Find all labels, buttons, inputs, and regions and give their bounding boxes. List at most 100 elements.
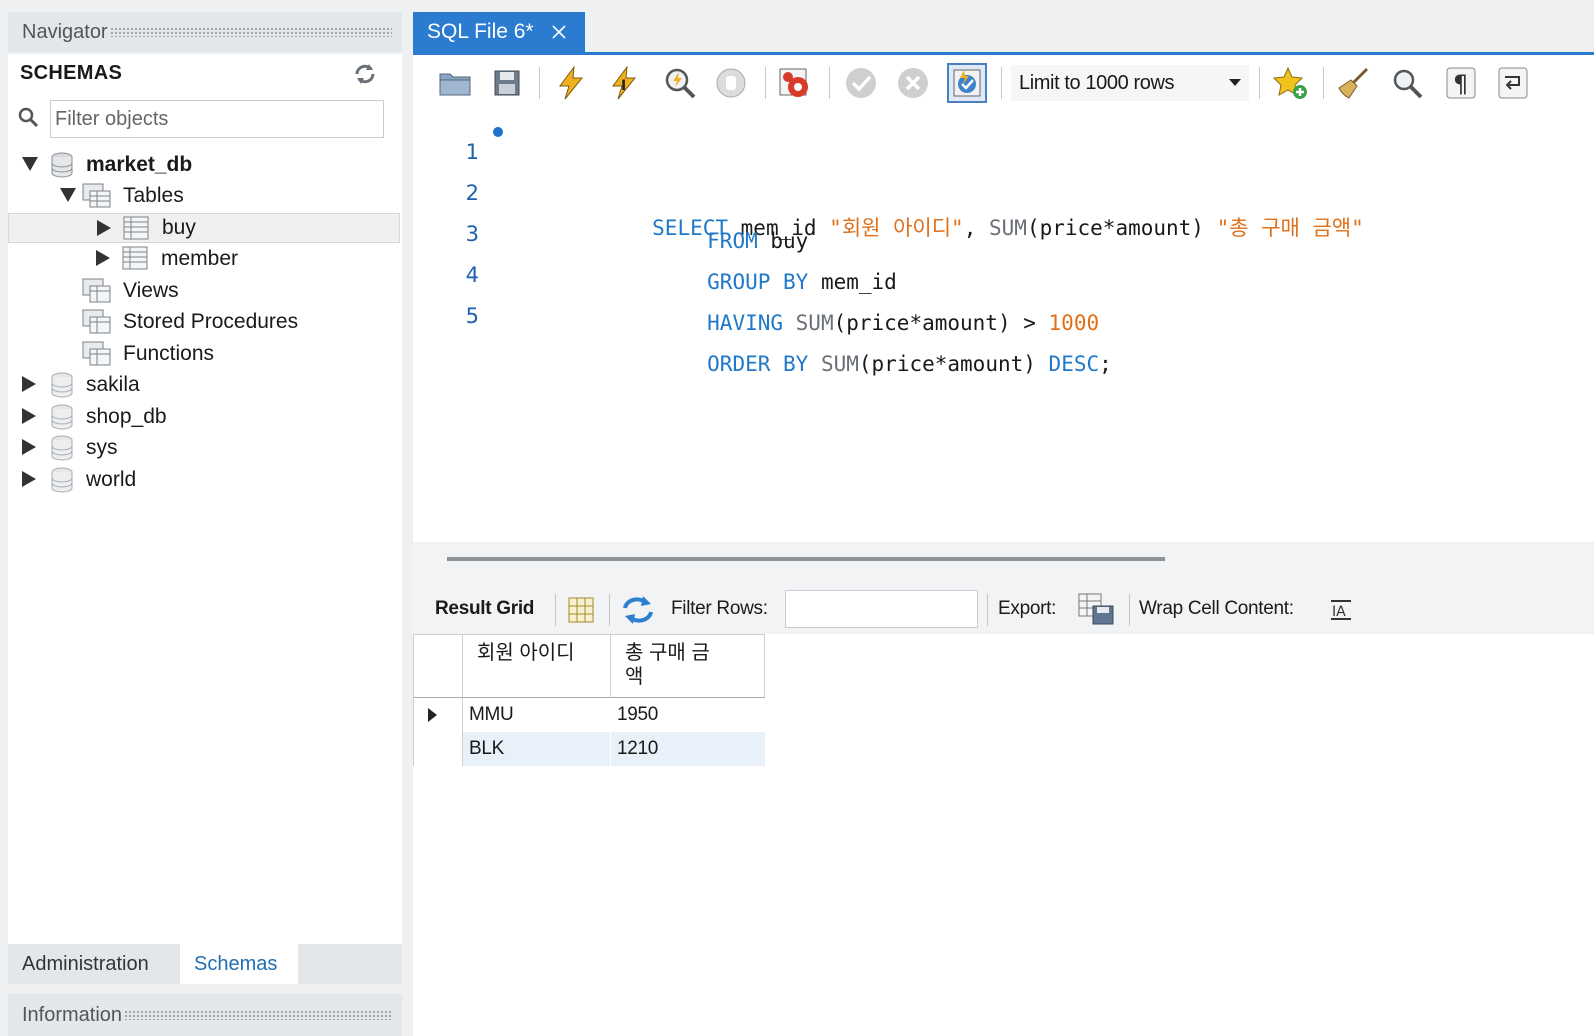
open-file-button[interactable] <box>435 63 475 103</box>
refresh-icon[interactable] <box>352 62 378 86</box>
magnifier-lightning-icon <box>665 68 696 99</box>
table-cell[interactable]: 1210 <box>611 732 765 766</box>
export-icon[interactable] <box>1077 592 1115 626</box>
database-icon <box>51 435 73 461</box>
sql-code-editor[interactable]: 1 SELECT mem_id "회원 아이디", SUM(price*amou… <box>413 112 1594 542</box>
tree-label-functions: Functions <box>123 342 215 365</box>
commit-button[interactable] <box>841 63 881 103</box>
autocommit-icon <box>953 69 981 97</box>
tree-item-member[interactable]: member <box>8 244 400 274</box>
chevron-down-icon[interactable] <box>22 157 38 171</box>
execute-current-button[interactable]: I <box>605 63 645 103</box>
tab-sql-file[interactable]: SQL File 6* <box>413 12 585 52</box>
toolbar-separator <box>765 67 766 99</box>
column-header[interactable]: 회원 아이디 <box>463 634 611 698</box>
navigator-tabs: Administration Schemas <box>8 944 402 984</box>
table-cell[interactable]: 1950 <box>611 698 765 732</box>
chevron-right-icon[interactable] <box>97 220 111 236</box>
explain-button[interactable] <box>659 63 699 103</box>
toolbar-separator <box>1323 67 1324 99</box>
chevron-right-icon[interactable] <box>22 376 36 392</box>
stop-button[interactable] <box>711 63 751 103</box>
beautify-button[interactable] <box>1333 63 1373 103</box>
toolbar-separator <box>1259 67 1260 99</box>
tree-label-sys: sys <box>86 436 118 459</box>
refresh-arrows-icon[interactable] <box>621 594 655 626</box>
magnifier-icon <box>1393 69 1423 99</box>
tree-label-views: Views <box>123 279 179 302</box>
tree-item-world[interactable]: world <box>8 465 400 495</box>
chevron-right-icon[interactable] <box>22 471 36 487</box>
folder-procedures-icon <box>82 309 111 334</box>
invisible-chars-button[interactable]: ¶ <box>1441 63 1481 103</box>
tree-item-market-db[interactable]: market_db <box>8 150 400 180</box>
result-grid-tab[interactable]: Result Grid <box>435 598 534 620</box>
rollback-button[interactable] <box>893 63 933 103</box>
editor-tabbar: SQL File 6* <box>413 12 1594 55</box>
wrap-cell-content-label: Wrap Cell Content: <box>1139 598 1294 619</box>
pilcrow-icon: ¶ <box>1446 67 1476 99</box>
tab-administration[interactable]: Administration <box>8 944 163 984</box>
toolbar-separator <box>539 67 540 99</box>
information-header: Information <box>8 994 402 1036</box>
limit-rows-value: Limit to 1000 rows <box>1019 71 1175 94</box>
folder-tables-icon <box>82 183 111 208</box>
database-icon <box>51 372 73 398</box>
result-toolbar: Result Grid Filter Rows: Export: Wrap Ce… <box>413 584 1594 634</box>
tab-schemas[interactable]: Schemas <box>180 944 298 984</box>
save-button[interactable] <box>487 63 527 103</box>
row-header[interactable] <box>413 732 463 766</box>
chevron-right-icon[interactable] <box>96 250 110 266</box>
tree-item-shop-db[interactable]: shop_db <box>8 402 400 432</box>
current-row-arrow-icon <box>428 708 437 722</box>
row-header[interactable] <box>413 698 463 732</box>
column-header-label: 총 구매 금액 <box>625 642 710 688</box>
code-line: 2 FROM buy <box>413 157 1594 253</box>
folder-functions-icon <box>82 341 111 366</box>
horizontal-scrollbar[interactable] <box>413 542 1594 584</box>
star-add-icon <box>1273 66 1307 99</box>
panel-grip[interactable] <box>109 27 392 37</box>
sql-keyword: ORDER BY <box>707 352 809 376</box>
grid-form-icon[interactable] <box>567 596 595 624</box>
tree-item-buy[interactable]: buy <box>8 213 400 243</box>
tree-label-stored-procedures: Stored Procedures <box>123 310 299 333</box>
schemas-panel: SCHEMAS market_db <box>8 54 402 944</box>
find-button[interactable] <box>1387 63 1427 103</box>
navigator-panel: Navigator SCHEMAS market_db <box>8 12 402 1036</box>
filter-objects-input[interactable] <box>50 100 384 138</box>
folder-views-icon <box>82 278 111 303</box>
filter-rows-input[interactable] <box>785 590 978 628</box>
tree-item-sakila[interactable]: sakila <box>8 370 400 400</box>
close-icon[interactable] <box>552 25 566 39</box>
scrollbar-thumb[interactable] <box>447 557 1165 561</box>
sql-keyword: DESC <box>1048 352 1100 376</box>
table-cell[interactable]: MMU <box>463 698 611 732</box>
word-wrap-button[interactable] <box>1493 63 1533 103</box>
tree-item-tables[interactable]: Tables <box>8 181 400 211</box>
database-icon <box>51 467 73 493</box>
tree-item-stored-procedures[interactable]: Stored Procedures <box>8 307 400 337</box>
tree-item-sys[interactable]: sys <box>8 433 400 463</box>
limit-rows-select[interactable]: Limit to 1000 rows <box>1011 65 1249 101</box>
chevron-right-icon[interactable] <box>22 439 36 455</box>
toggle-error-stop-button[interactable] <box>775 63 815 103</box>
information-title: Information <box>22 1003 123 1026</box>
wrap-text-icon[interactable]: IA <box>1329 598 1353 622</box>
tree-item-views[interactable]: Views <box>8 276 400 306</box>
svg-text:¶: ¶ <box>1453 70 1468 98</box>
search-icon <box>18 107 39 128</box>
tab-sql-file-label: SQL File 6* <box>427 20 534 43</box>
folder-icon <box>439 73 471 96</box>
tree-item-functions[interactable]: Functions <box>8 339 400 369</box>
column-header[interactable]: 총 구매 금액 <box>611 634 765 698</box>
toolbar-separator <box>1129 594 1130 626</box>
tree-label-member: member <box>161 247 239 270</box>
add-snippet-button[interactable] <box>1271 63 1311 103</box>
table-cell[interactable]: BLK <box>463 732 611 766</box>
execute-button[interactable] <box>551 63 591 103</box>
panel-grip[interactable] <box>124 1010 392 1020</box>
chevron-down-icon[interactable] <box>60 188 76 202</box>
chevron-right-icon[interactable] <box>22 408 36 424</box>
autocommit-toggle[interactable] <box>947 63 987 103</box>
